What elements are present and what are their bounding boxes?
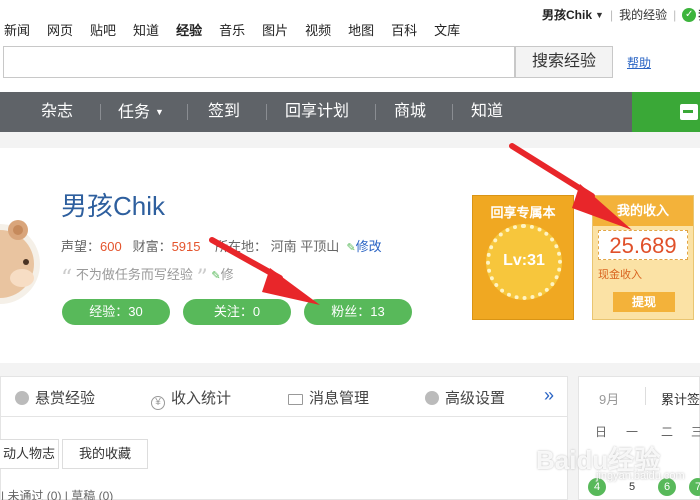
tab-reward-experience[interactable]: 悬赏经验 [15, 387, 95, 408]
green-app-icon[interactable]: ✓ [682, 7, 697, 22]
location-label: 所在地： [214, 239, 267, 254]
weekday-label: 二 [661, 425, 674, 439]
share-card-title: 回享专属本 [490, 205, 556, 220]
nav-link-map[interactable]: 地图 [348, 20, 374, 39]
nav-link-wenku[interactable]: 文库 [434, 20, 460, 39]
nav-link-video[interactable]: 视频 [305, 20, 331, 39]
user-bar: 男孩Chik ▼ | 我的经验 | ✓ 我 [542, 6, 700, 23]
subtab-figures[interactable]: 动人物志 [0, 439, 59, 469]
tab-income-stats[interactable]: ¥ 收入统计 [151, 387, 231, 410]
help-link[interactable]: 帮助 [627, 54, 651, 71]
pencil-icon [680, 104, 698, 120]
status-filter-text[interactable]: | 未通过 (0) | 草稿 (0) [1, 487, 113, 500]
income-amount-box: 25.689 [598, 230, 688, 260]
write-experience-button[interactable] [632, 92, 700, 132]
nav-link-baike[interactable]: 百科 [391, 20, 417, 39]
user-menu[interactable]: 男孩Chik [542, 6, 592, 23]
nav-link-zhidao[interactable]: 知道 [133, 20, 159, 39]
menu-item-magazine[interactable]: 杂志 [41, 92, 73, 132]
tab-advanced-settings[interactable]: 高级设置 [425, 387, 505, 408]
income-card: 我的收入 25.689 现金收入 提现 [592, 195, 694, 320]
mail-icon [288, 394, 303, 405]
coin-icon [15, 391, 29, 405]
page: 新闻 网页 贴吧 知道 经验 音乐 图片 视频 地图 百科 文库 男孩Chik … [0, 0, 700, 500]
menu-item-share-plan[interactable]: 回享计划 [285, 92, 349, 132]
open-quote-icon: “ [61, 266, 73, 291]
weekday-label: 一 [626, 425, 639, 439]
top-nav: 新闻 网页 贴吧 知道 经验 音乐 图片 视频 地图 百科 文库 男孩Chik … [0, 0, 700, 44]
following-count-pill[interactable]: 关注：0 [183, 299, 291, 325]
divider [100, 104, 101, 120]
level-value: Lv:31 [503, 252, 545, 269]
wealth-label: 财富： [132, 239, 172, 254]
close-quote-icon: ” [196, 266, 208, 291]
nav-link-news[interactable]: 新闻 [4, 20, 30, 39]
pencil-icon: ✎ [211, 270, 221, 282]
income-title: 我的收入 [593, 196, 693, 226]
weekday-label: 三 [691, 425, 700, 439]
edit-location-link[interactable]: ✎修改 [346, 239, 381, 254]
chevron-down-icon[interactable]: ▼ [595, 10, 604, 20]
yen-icon: ¥ [151, 396, 165, 410]
cumulative-signin-label: 累计签 [661, 392, 700, 407]
chevron-down-icon: ▼ [155, 107, 164, 117]
avatar[interactable] [0, 192, 40, 337]
divider [266, 104, 267, 120]
menu-item-signin[interactable]: 签到 [208, 92, 240, 132]
more-tabs-icon[interactable]: » [544, 385, 554, 406]
menu-item-tasks[interactable]: 任务 ▼ [118, 92, 164, 132]
experience-count-pill[interactable]: 经验：30 [62, 299, 170, 325]
menu-item-store[interactable]: 商城 [394, 92, 426, 132]
profile-motto: “ 不为做任务而写经验 ” ✎修 [61, 264, 234, 291]
profile-username[interactable]: 男孩Chik [61, 186, 165, 223]
divider: | [609, 7, 614, 22]
profile-stats: 声望：600 财富：5915 所在地： 河南 平顶山 ✎修改 [61, 236, 382, 255]
baidu-watermark-url: jingyan.baidu.com [596, 470, 685, 482]
divider [187, 104, 188, 120]
subtab-my-favorites[interactable]: 我的收藏 [62, 439, 148, 469]
my-experience-link[interactable]: 我的经验 [619, 6, 667, 23]
reputation-value: 600 [100, 239, 122, 254]
divider [645, 387, 646, 405]
motto-text: 不为做任务而写经验 [75, 267, 193, 282]
nav-link-tieba[interactable]: 贴吧 [90, 20, 116, 39]
location-value: 河南 平顶山 [270, 239, 340, 254]
tab-row: 悬赏经验 ¥ 收入统计 消息管理 高级设置 » [1, 377, 567, 417]
product-links: 新闻 网页 贴吧 知道 经验 音乐 图片 视频 地图 百科 文库 [4, 20, 477, 39]
divider: | [673, 7, 677, 22]
search-button[interactable]: 搜索经验 [515, 46, 613, 78]
fans-count-pill[interactable]: 粉丝：13 [304, 299, 412, 325]
tabs-panel: 悬赏经验 ¥ 收入统计 消息管理 高级设置 » 动人物志 我的收藏 | 未通过 (… [0, 376, 568, 500]
reputation-label: 声望： [61, 239, 101, 254]
calendar-month: 9月 [599, 392, 620, 407]
search-input[interactable] [3, 46, 515, 78]
menu-item-zhidao[interactable]: 知道 [471, 92, 503, 132]
divider [375, 104, 376, 120]
income-amount: 25.689 [609, 233, 677, 258]
cash-income-label: 现金收入 [598, 269, 642, 281]
tab-message-management[interactable]: 消息管理 [288, 387, 369, 408]
pencil-icon: ✎ [346, 242, 356, 254]
wealth-value: 5915 [171, 239, 201, 254]
edit-motto-link[interactable]: ✎修 [211, 267, 233, 282]
nav-link-jingyan[interactable]: 经验 [176, 20, 202, 39]
weekday-label: 日 [595, 425, 608, 439]
gear-icon [425, 391, 439, 405]
withdraw-button[interactable]: 提现 [613, 292, 675, 312]
nav-link-images[interactable]: 图片 [262, 20, 288, 39]
divider [452, 104, 453, 120]
main-menu-bar: 杂志 任务 ▼ 签到 回享计划 商城 知道 [0, 92, 632, 132]
calendar-day[interactable]: 7 [689, 478, 700, 496]
nav-link-music[interactable]: 音乐 [219, 20, 245, 39]
nav-link-web[interactable]: 网页 [47, 20, 73, 39]
share-exclusive-card[interactable]: 回享专属本 Lv:31 [472, 195, 574, 320]
level-badge: Lv:31 [486, 224, 562, 300]
